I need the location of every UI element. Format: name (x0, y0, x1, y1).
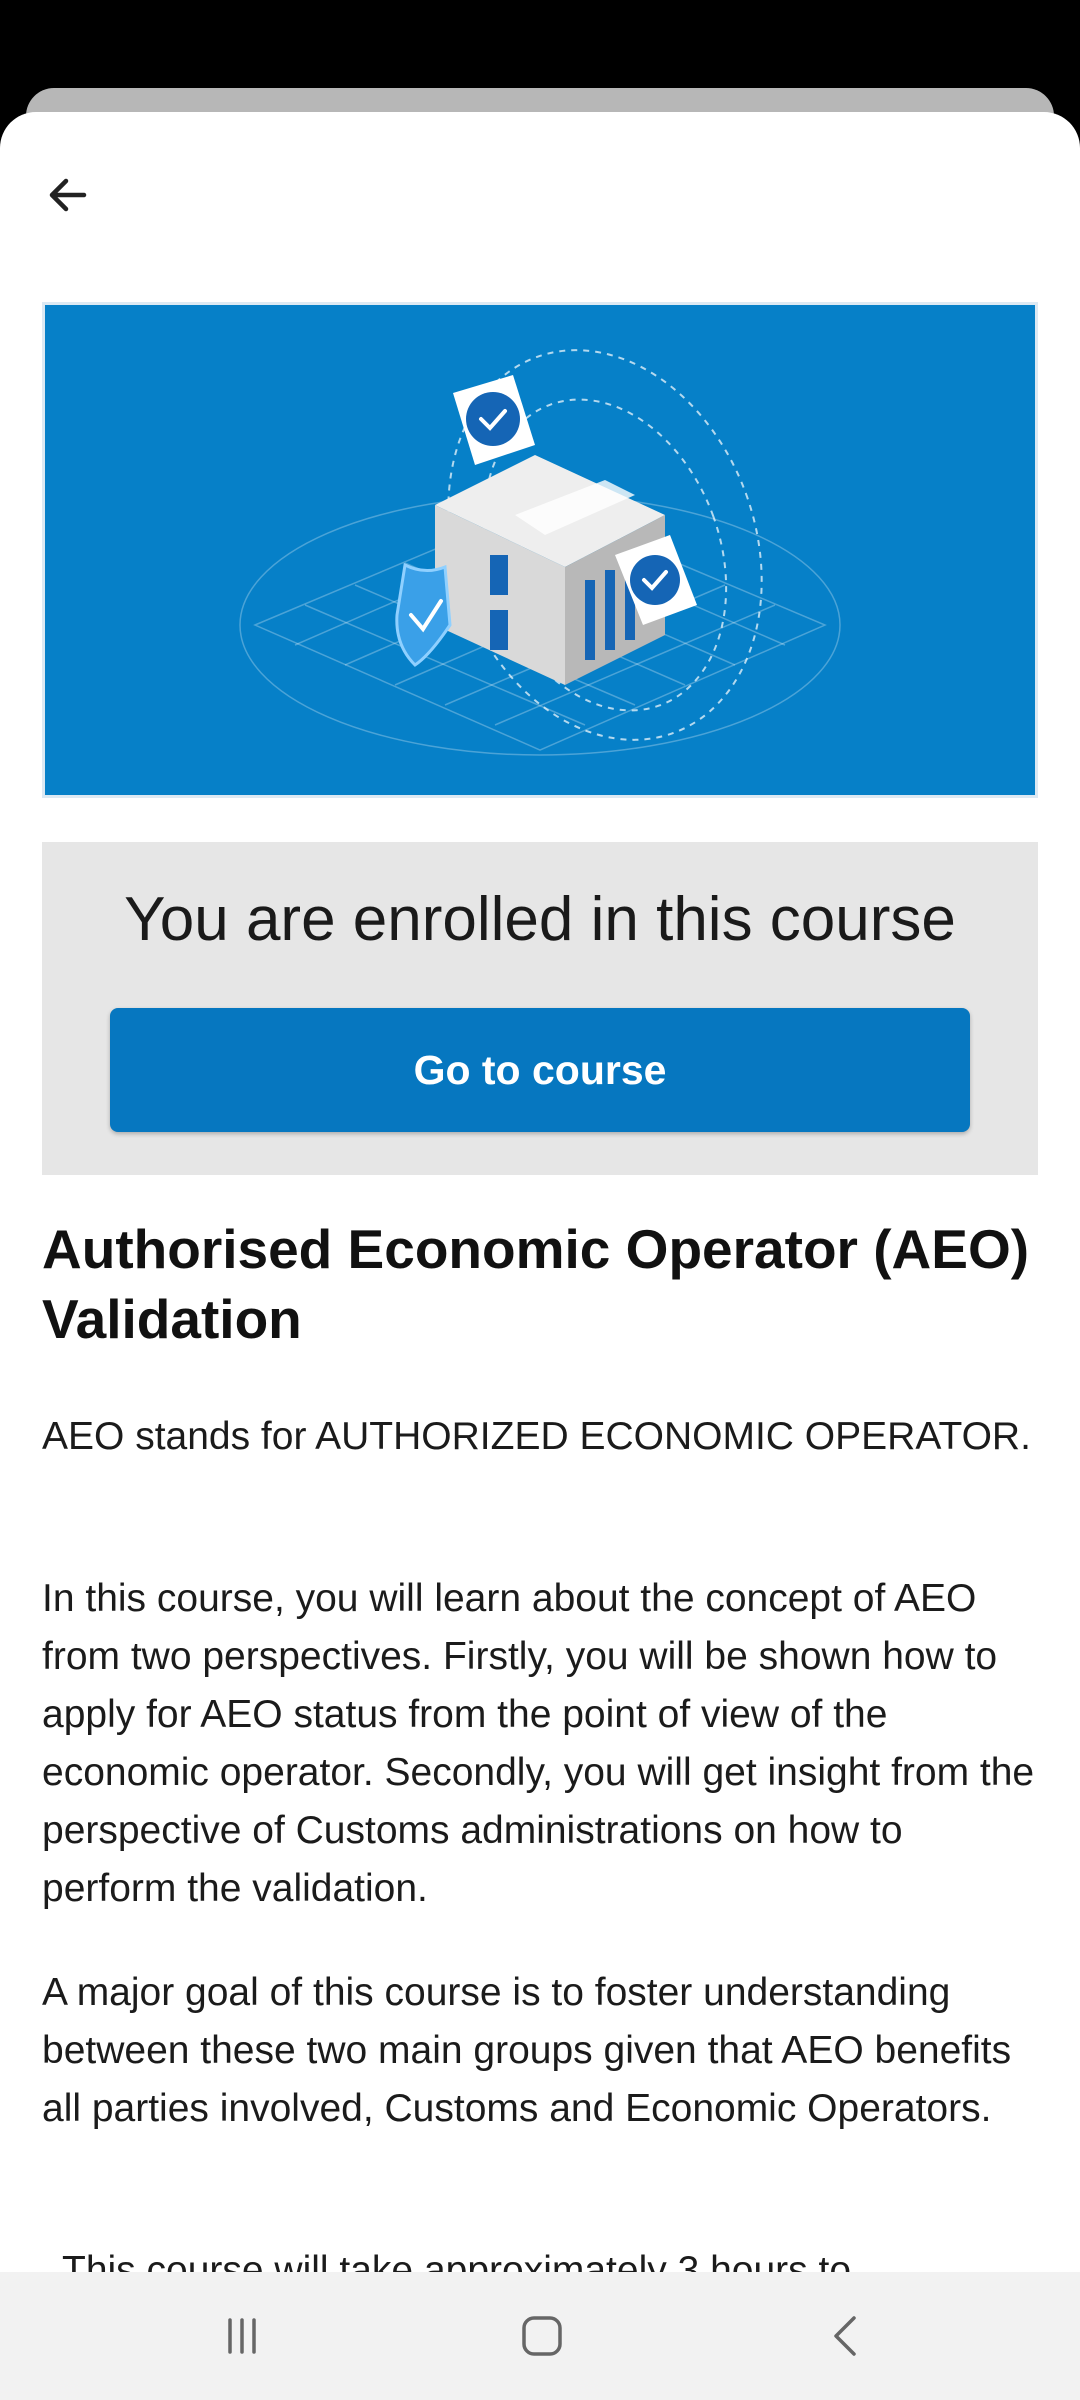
course-description-paragraph: In this course, you will learn about the… (42, 1577, 1035, 1910)
go-to-course-button[interactable]: Go to course (110, 1008, 970, 1132)
course-description-paragraph: A major goal of this course is to foster… (42, 1971, 1012, 2130)
back-chevron-icon (834, 2316, 856, 2356)
home-button[interactable] (482, 2298, 602, 2374)
course-title: Authorised Economic Operator (AEO) Valid… (42, 1218, 1030, 1350)
arrow-left-icon (49, 178, 87, 212)
home-icon (522, 2316, 562, 2356)
course-detail-sheet: You are enrolled in this course Go to co… (0, 112, 1080, 2272)
course-hero-image (42, 302, 1038, 798)
enrollment-panel: You are enrolled in this course Go to co… (42, 842, 1038, 1175)
course-description-paragraph: This course will take approximately 3 ho… (62, 2249, 852, 2272)
enrollment-status-text: You are enrolled in this course (124, 885, 956, 954)
course-description-paragraph: AEO stands for AUTHORIZED ECONOMIC OPERA… (42, 1415, 1031, 1458)
back-button[interactable] (30, 157, 106, 233)
recent-apps-button[interactable] (182, 2298, 302, 2374)
system-back-button[interactable] (786, 2298, 906, 2374)
system-navigation-bar (0, 2272, 1080, 2400)
recent-apps-icon (228, 2318, 256, 2354)
